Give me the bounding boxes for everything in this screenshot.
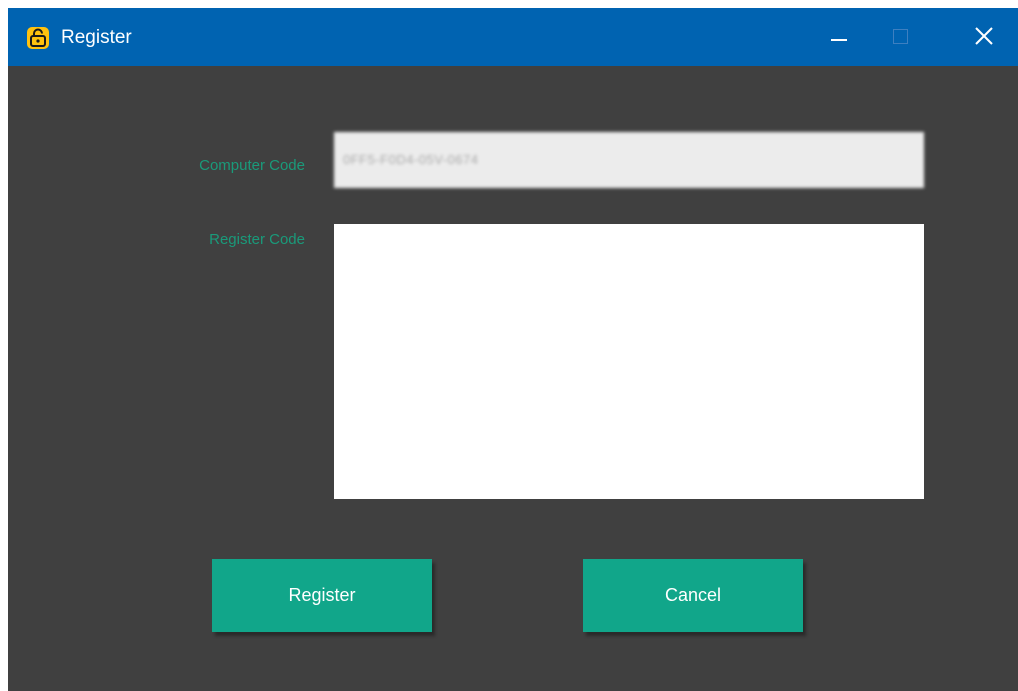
window-title: Register [61,27,132,48]
register-code-input[interactable] [334,224,924,499]
close-button[interactable] [956,8,1012,66]
cancel-button[interactable]: Cancel [583,559,803,632]
maximize-button [872,8,928,66]
computer-code-label: Computer Code [199,157,305,174]
title-bar[interactable]: Register [8,8,1018,66]
computer-code-field: 0FF5-F0D4-05V-0674 [334,132,924,188]
unlock-icon [27,27,49,49]
register-code-label: Register Code [209,231,305,248]
register-window: Register Computer Code 0FF5-F0D4-05V-067… [8,8,1018,691]
minimize-button[interactable] [810,8,866,66]
register-button[interactable]: Register [212,559,432,632]
